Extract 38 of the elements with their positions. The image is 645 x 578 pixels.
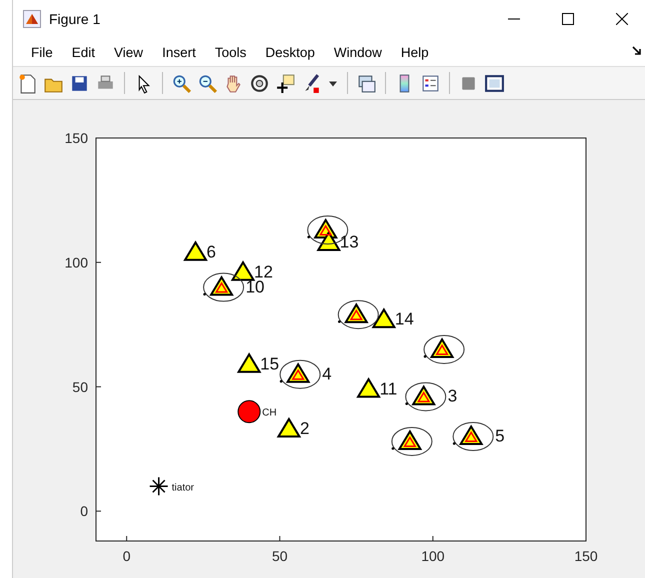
panel-icon[interactable]	[484, 72, 505, 94]
point-label: 6	[206, 242, 216, 262]
point-label: 14	[394, 310, 414, 329]
y-tick-label: 150	[64, 130, 88, 146]
maximize-icon[interactable]	[562, 13, 574, 25]
x-tick-label: 0	[122, 548, 131, 564]
point-label: 3	[448, 386, 458, 406]
figure-app-icon	[23, 10, 41, 28]
menu-item[interactable]: File	[21, 44, 62, 60]
window-title: Figure 1	[49, 11, 102, 27]
menu-item[interactable]: Help	[390, 44, 438, 60]
y-tick-label: 100	[64, 254, 88, 270]
zoom-in-icon[interactable]	[171, 72, 192, 94]
menu-item[interactable]: Desktop	[255, 44, 324, 60]
x-tick-label: 50	[272, 548, 288, 564]
menu-item[interactable]: Window	[324, 44, 391, 60]
y-tick-label: 0	[80, 503, 88, 520]
legend-icon[interactable]	[420, 72, 441, 94]
point-label: 5	[495, 426, 505, 446]
point-label: 2	[300, 419, 310, 438]
new-file-icon[interactable]	[17, 72, 38, 94]
y-tick-label: 50	[72, 378, 88, 395]
menu-item[interactable]: View	[104, 44, 152, 60]
menu-item[interactable]: Insert	[152, 44, 205, 60]
zoom-out-icon[interactable]	[197, 72, 218, 94]
x-tick-label: 150	[574, 548, 598, 564]
menu-item[interactable]: Tools	[204, 44, 256, 60]
close-icon[interactable]	[616, 13, 628, 25]
point-label: 13	[340, 232, 359, 252]
point-label: 15	[260, 354, 280, 374]
menu-item[interactable]: Edit	[62, 44, 104, 60]
data-cursor-icon[interactable]	[275, 72, 296, 94]
x-tick-label: 100	[421, 548, 445, 564]
point-label: 4	[322, 364, 332, 384]
point-label: CH	[262, 408, 277, 419]
point-label: tiator	[172, 482, 194, 494]
dock-arrow-icon[interactable]	[632, 46, 641, 55]
point-label: 11	[380, 379, 398, 398]
